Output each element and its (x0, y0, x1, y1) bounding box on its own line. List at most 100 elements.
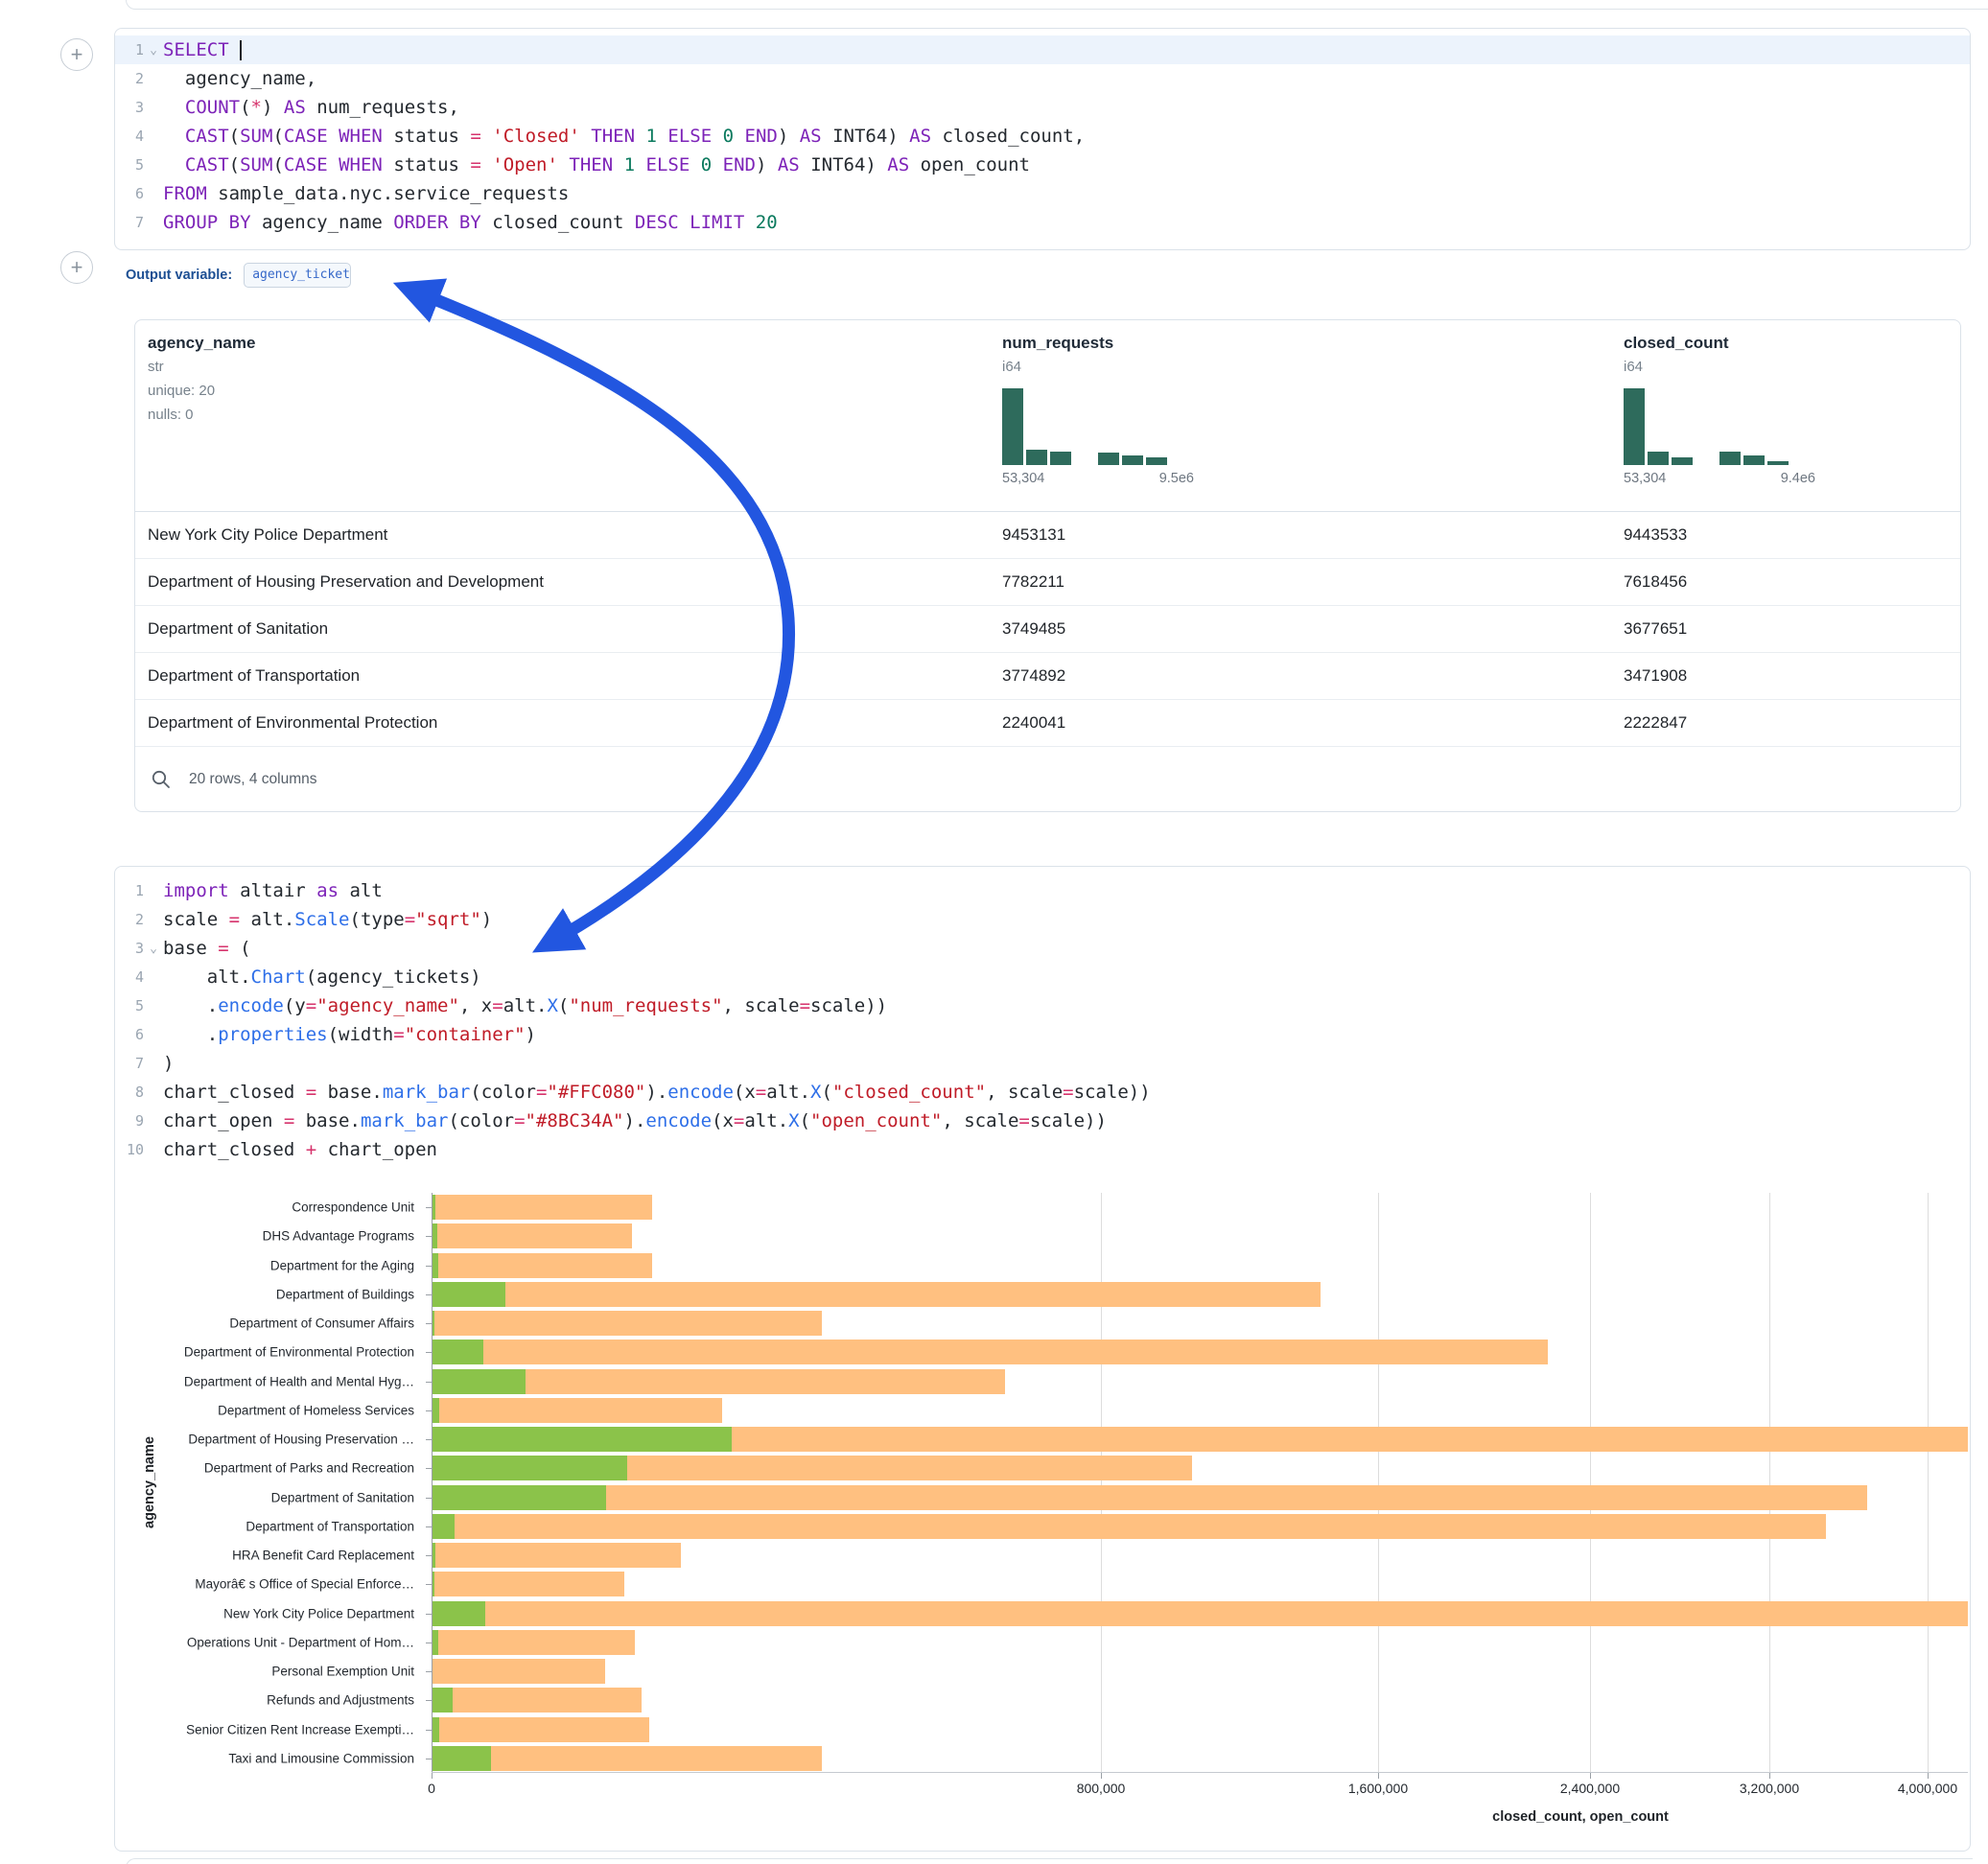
line-number: 4 (115, 128, 144, 145)
histogram-range-max: 9.5e6 (1159, 471, 1194, 486)
code-line[interactable]: 5 .encode(y="agency_name", x=alt.X("num_… (115, 991, 1970, 1020)
bar-open-count (433, 1253, 438, 1278)
code-line[interactable]: 1import altair as alt (115, 876, 1970, 905)
histogram (1624, 388, 1815, 465)
add-cell-button-top[interactable]: + (60, 38, 93, 71)
altair-chart: agency_name Correspondence UnitDHS Advan… (115, 1193, 1969, 1845)
code-line[interactable]: 3⌄base = ( (115, 934, 1970, 963)
histogram-bar (1146, 457, 1167, 465)
code-line[interactable]: 2 agency_name, (115, 64, 1970, 93)
code-line[interactable]: 7) (115, 1049, 1970, 1078)
column-type: i64 (1624, 359, 1815, 375)
bar-closed-count (433, 1398, 722, 1423)
x-tick-label: 3,200,000 (1740, 1781, 1799, 1796)
code-line[interactable]: 6FROM sample_data.nyc.service_requests (115, 179, 1970, 208)
x-tick (1101, 1773, 1102, 1779)
y-tick-label: Correspondence Unit (292, 1200, 414, 1215)
bar-open-count (433, 1572, 434, 1596)
line-number: 2 (115, 70, 144, 87)
code-line[interactable]: 10chart_closed + chart_open (115, 1135, 1970, 1164)
table-cell-agency: Department of Environmental Protection (148, 713, 437, 733)
add-cell-button-output[interactable]: + (60, 251, 93, 284)
y-tick-label: Taxi and Limousine Commission (228, 1752, 414, 1766)
code-text: alt.Chart(agency_tickets) (163, 967, 1970, 988)
code-line[interactable]: 1⌄SELECT (115, 35, 1970, 64)
histogram-bar (1648, 452, 1669, 465)
table-cell-closed: 7618456 (1624, 572, 1687, 592)
x-tick (1590, 1773, 1591, 1779)
output-variable-chip[interactable]: agency_tickets (244, 263, 351, 288)
y-tick-label: Department of Parks and Recreation (204, 1461, 414, 1476)
code-line[interactable]: 4 alt.Chart(agency_tickets) (115, 963, 1970, 991)
y-tick-label: Personal Exemption Unit (271, 1665, 414, 1679)
y-tick-label: Department of Health and Mental Hyg… (184, 1375, 414, 1389)
search-icon[interactable] (151, 769, 172, 790)
histogram-bar (1719, 452, 1741, 465)
bar-open-count (433, 1514, 455, 1539)
y-tick-label: New York City Police Department (223, 1607, 414, 1621)
column-name: closed_count (1624, 334, 1815, 353)
y-tick-label: Department of Housing Preservation … (188, 1433, 414, 1447)
python-code-editor[interactable]: 1import altair as alt2scale = alt.Scale(… (115, 876, 1970, 1164)
row-column-count: 20 rows, 4 columns (189, 771, 317, 788)
bar-closed-count (433, 1485, 1867, 1510)
line-number: 8 (115, 1083, 144, 1101)
column-name: num_requests (1002, 334, 1194, 353)
histogram-bar (1672, 457, 1693, 465)
plus-icon: + (71, 255, 83, 279)
code-line[interactable]: 7GROUP BY agency_name ORDER BY closed_co… (115, 208, 1970, 237)
code-line[interactable]: 8 chart_closed = base.mark_bar(color="#FF… (115, 1078, 1970, 1107)
column-type: str (148, 359, 255, 375)
result-table: agency_name str unique: 20 nulls: 0 num_… (134, 319, 1961, 812)
y-tick-label: Department of Buildings (276, 1288, 414, 1302)
code-text: scale = alt.Scale(type="sqrt") (163, 909, 1970, 930)
code-line[interactable]: 4 CAST(SUM(CASE WHEN status = 'Closed' T… (115, 122, 1970, 151)
x-tick (432, 1773, 433, 1779)
histogram-range-max: 9.4e6 (1781, 471, 1815, 486)
table-footer: 20 rows, 4 columns (135, 747, 1960, 812)
table-cell-num: 3749485 (1002, 619, 1065, 639)
bar-open-count (433, 1398, 439, 1423)
code-text: .properties(width="container") (163, 1024, 1970, 1045)
code-line[interactable]: 9chart_open = base.mark_bar(color="#8BC3… (115, 1107, 1970, 1135)
line-number: 3 (115, 99, 144, 116)
y-tick-label: Department of Environmental Protection (184, 1345, 414, 1360)
output-variable-label: Output variable: (126, 268, 232, 283)
bar-open-count (433, 1223, 437, 1248)
table-row: Department of Environmental Protection22… (135, 700, 1960, 747)
bar-closed-count (433, 1282, 1321, 1307)
histogram-range: 53,304 9.5e6 (1002, 471, 1194, 486)
sql-code-editor[interactable]: 1⌄SELECT 2 agency_name,3 COUNT(*) AS num… (115, 35, 1970, 237)
code-text: FROM sample_data.nyc.service_requests (163, 183, 1970, 204)
code-line[interactable]: 2scale = alt.Scale(type="sqrt") (115, 905, 1970, 934)
code-text: import altair as alt (163, 880, 1970, 901)
fold-chevron-icon[interactable]: ⌄ (144, 942, 163, 956)
bar-open-count (433, 1688, 453, 1713)
x-tick-label: 4,000,000 (1898, 1781, 1957, 1796)
code-text: .encode(y="agency_name", x=alt.X("num_re… (163, 995, 1970, 1016)
code-line[interactable]: 6 .properties(width="container") (115, 1020, 1970, 1049)
table-row: Department of Sanitation37494853677651 (135, 606, 1960, 653)
bar-open-count (433, 1543, 435, 1568)
gridline (432, 1193, 433, 1773)
code-line[interactable]: 3 COUNT(*) AS num_requests, (115, 93, 1970, 122)
table-cell-num: 3774892 (1002, 666, 1065, 686)
bar-closed-count (433, 1659, 605, 1684)
y-tick-label: Operations Unit - Department of Hom… (187, 1636, 414, 1650)
histogram-range-min: 53,304 (1624, 471, 1666, 486)
table-cell-agency: Department of Transportation (148, 666, 360, 686)
y-tick-label: Department for the Aging (270, 1259, 414, 1273)
bar-open-count (433, 1485, 606, 1510)
code-text: chart_closed = base.mark_bar(color="#FFC… (163, 1082, 1970, 1103)
table-cell-closed: 9443533 (1624, 525, 1687, 545)
code-line[interactable]: 5 CAST(SUM(CASE WHEN status = 'Open' THE… (115, 151, 1970, 179)
table-row: Department of Transportation377489234719… (135, 653, 1960, 700)
python-cell: 1import altair as alt2scale = alt.Scale(… (114, 866, 1971, 1852)
x-tick-label: 800,000 (1077, 1781, 1126, 1796)
column-unique-count: unique: 20 (148, 383, 255, 399)
table-cell-agency: Department of Housing Preservation and D… (148, 572, 544, 592)
code-text: GROUP BY agency_name ORDER BY closed_cou… (163, 212, 1970, 233)
fold-chevron-icon[interactable]: ⌄ (144, 43, 163, 58)
y-tick-label: Department of Consumer Affairs (229, 1316, 414, 1331)
code-text: COUNT(*) AS num_requests, (163, 97, 1970, 118)
